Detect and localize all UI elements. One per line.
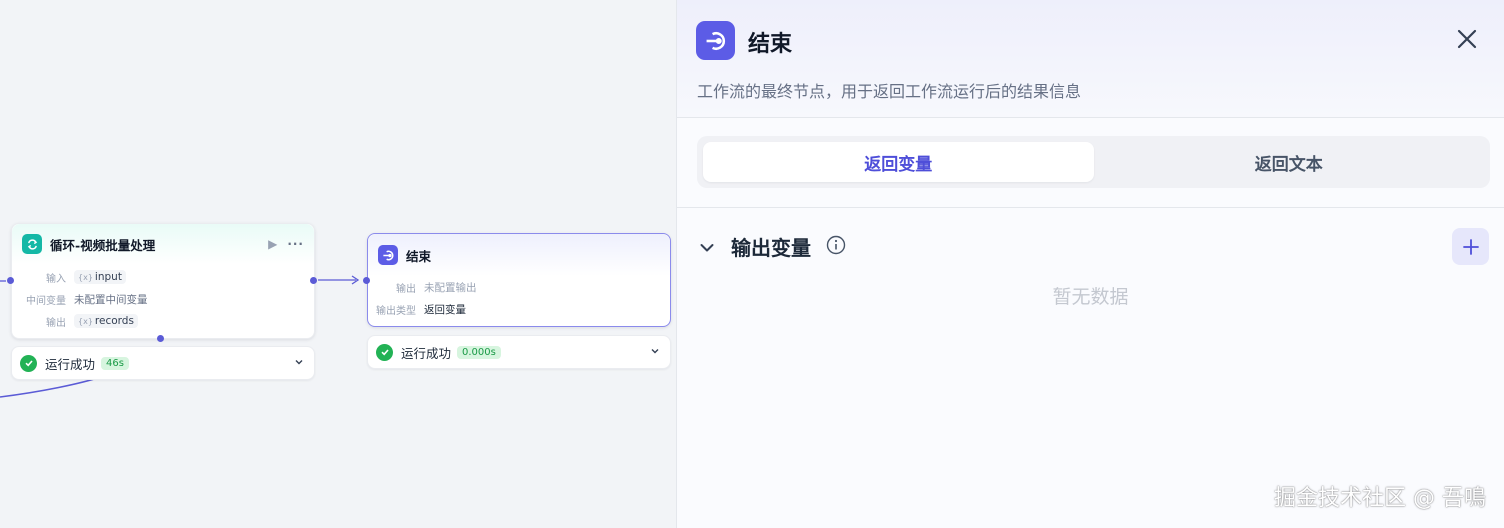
row-value: records: [94, 315, 134, 327]
success-check-icon: [20, 354, 37, 372]
row-label: 中间变量: [26, 295, 66, 307]
panel-header: 结束 工作流的最终节点，用于返回工作流运行后的结果信息: [677, 0, 1504, 118]
end-icon: [378, 245, 398, 265]
plus-icon: [1462, 238, 1479, 255]
watermark: 掘金技术社区 @ 吾鳴: [1274, 486, 1486, 511]
duration-badge: 0.000s: [457, 345, 501, 359]
empty-state-text: 暂无数据: [1052, 286, 1129, 308]
tab-return-variable[interactable]: 返回变量: [703, 142, 1094, 182]
row-label: 输出类型: [376, 305, 416, 317]
row-value: 返回变量: [424, 303, 466, 316]
more-options-icon[interactable]: ···: [287, 237, 304, 251]
close-icon[interactable]: [1454, 26, 1480, 52]
chevron-down-icon[interactable]: [294, 357, 304, 370]
end-row-output-type: 输出类型 返回变量: [368, 298, 670, 320]
loop-row-input: 输入 {x} input: [12, 266, 314, 288]
row-value: input: [94, 271, 122, 283]
loop-row-intermediate: 中间变量 未配置中间变量: [12, 288, 314, 310]
output-variables-section: 输出变量 暂无数据: [677, 208, 1504, 408]
loop-node-title: 循环-视频批量处理: [50, 237, 156, 253]
row-value: 未配置输出: [424, 281, 477, 294]
loop-node[interactable]: 循环-视频批量处理 ▶ ··· 输入 {x} input 中间变量 未配置中间变量…: [11, 223, 315, 339]
end-row-output: 输出 未配置输出: [368, 276, 670, 298]
row-label: 输出: [396, 283, 416, 295]
tab-return-text[interactable]: 返回文本: [1094, 142, 1485, 182]
node-config-panel: 结束 工作流的最终节点，用于返回工作流运行后的结果信息 返回变量 返回文本 输出…: [676, 0, 1504, 528]
end-status-card[interactable]: 运行成功 0.000s: [367, 335, 671, 369]
status-text: 运行成功: [401, 345, 452, 361]
loop-icon: [22, 234, 42, 254]
loop-bottom-handle[interactable]: [157, 335, 164, 342]
section-title: 输出变量: [731, 236, 811, 260]
variable-tag: {x} records: [74, 314, 138, 328]
row-value: 未配置中间变量: [74, 293, 148, 306]
variable-tag: {x} input: [74, 270, 126, 284]
add-variable-button[interactable]: [1452, 228, 1489, 265]
row-label: 输入: [46, 273, 66, 285]
variable-brace-icon: {x}: [78, 272, 93, 282]
end-input-handle[interactable]: [363, 277, 370, 284]
duration-badge: 46s: [101, 356, 129, 370]
panel-title: 结束: [748, 32, 793, 57]
chevron-down-icon[interactable]: [650, 346, 660, 359]
end-icon: [696, 21, 735, 60]
row-label: 输出: [46, 317, 66, 329]
end-node[interactable]: 结束 输出 未配置输出 输出类型 返回变量: [367, 233, 671, 327]
status-text: 运行成功: [45, 356, 96, 372]
success-check-icon: [376, 343, 393, 361]
variable-brace-icon: {x}: [78, 316, 93, 326]
loop-row-output: 输出 {x} records: [12, 310, 314, 332]
chevron-down-icon[interactable]: [699, 240, 715, 256]
info-icon[interactable]: [826, 235, 846, 255]
loop-status-card[interactable]: 运行成功 46s: [11, 346, 315, 380]
loop-input-handle[interactable]: [7, 277, 14, 284]
workflow-canvas[interactable]: 循环-视频批量处理 ▶ ··· 输入 {x} input 中间变量 未配置中间变量…: [0, 0, 676, 528]
return-type-tabs: 返回变量 返回文本: [697, 136, 1490, 188]
loop-output-handle[interactable]: [310, 277, 317, 284]
panel-description: 工作流的最终节点，用于返回工作流运行后的结果信息: [697, 82, 1082, 101]
run-node-icon[interactable]: ▶: [268, 237, 277, 251]
end-node-title: 结束: [406, 248, 432, 264]
